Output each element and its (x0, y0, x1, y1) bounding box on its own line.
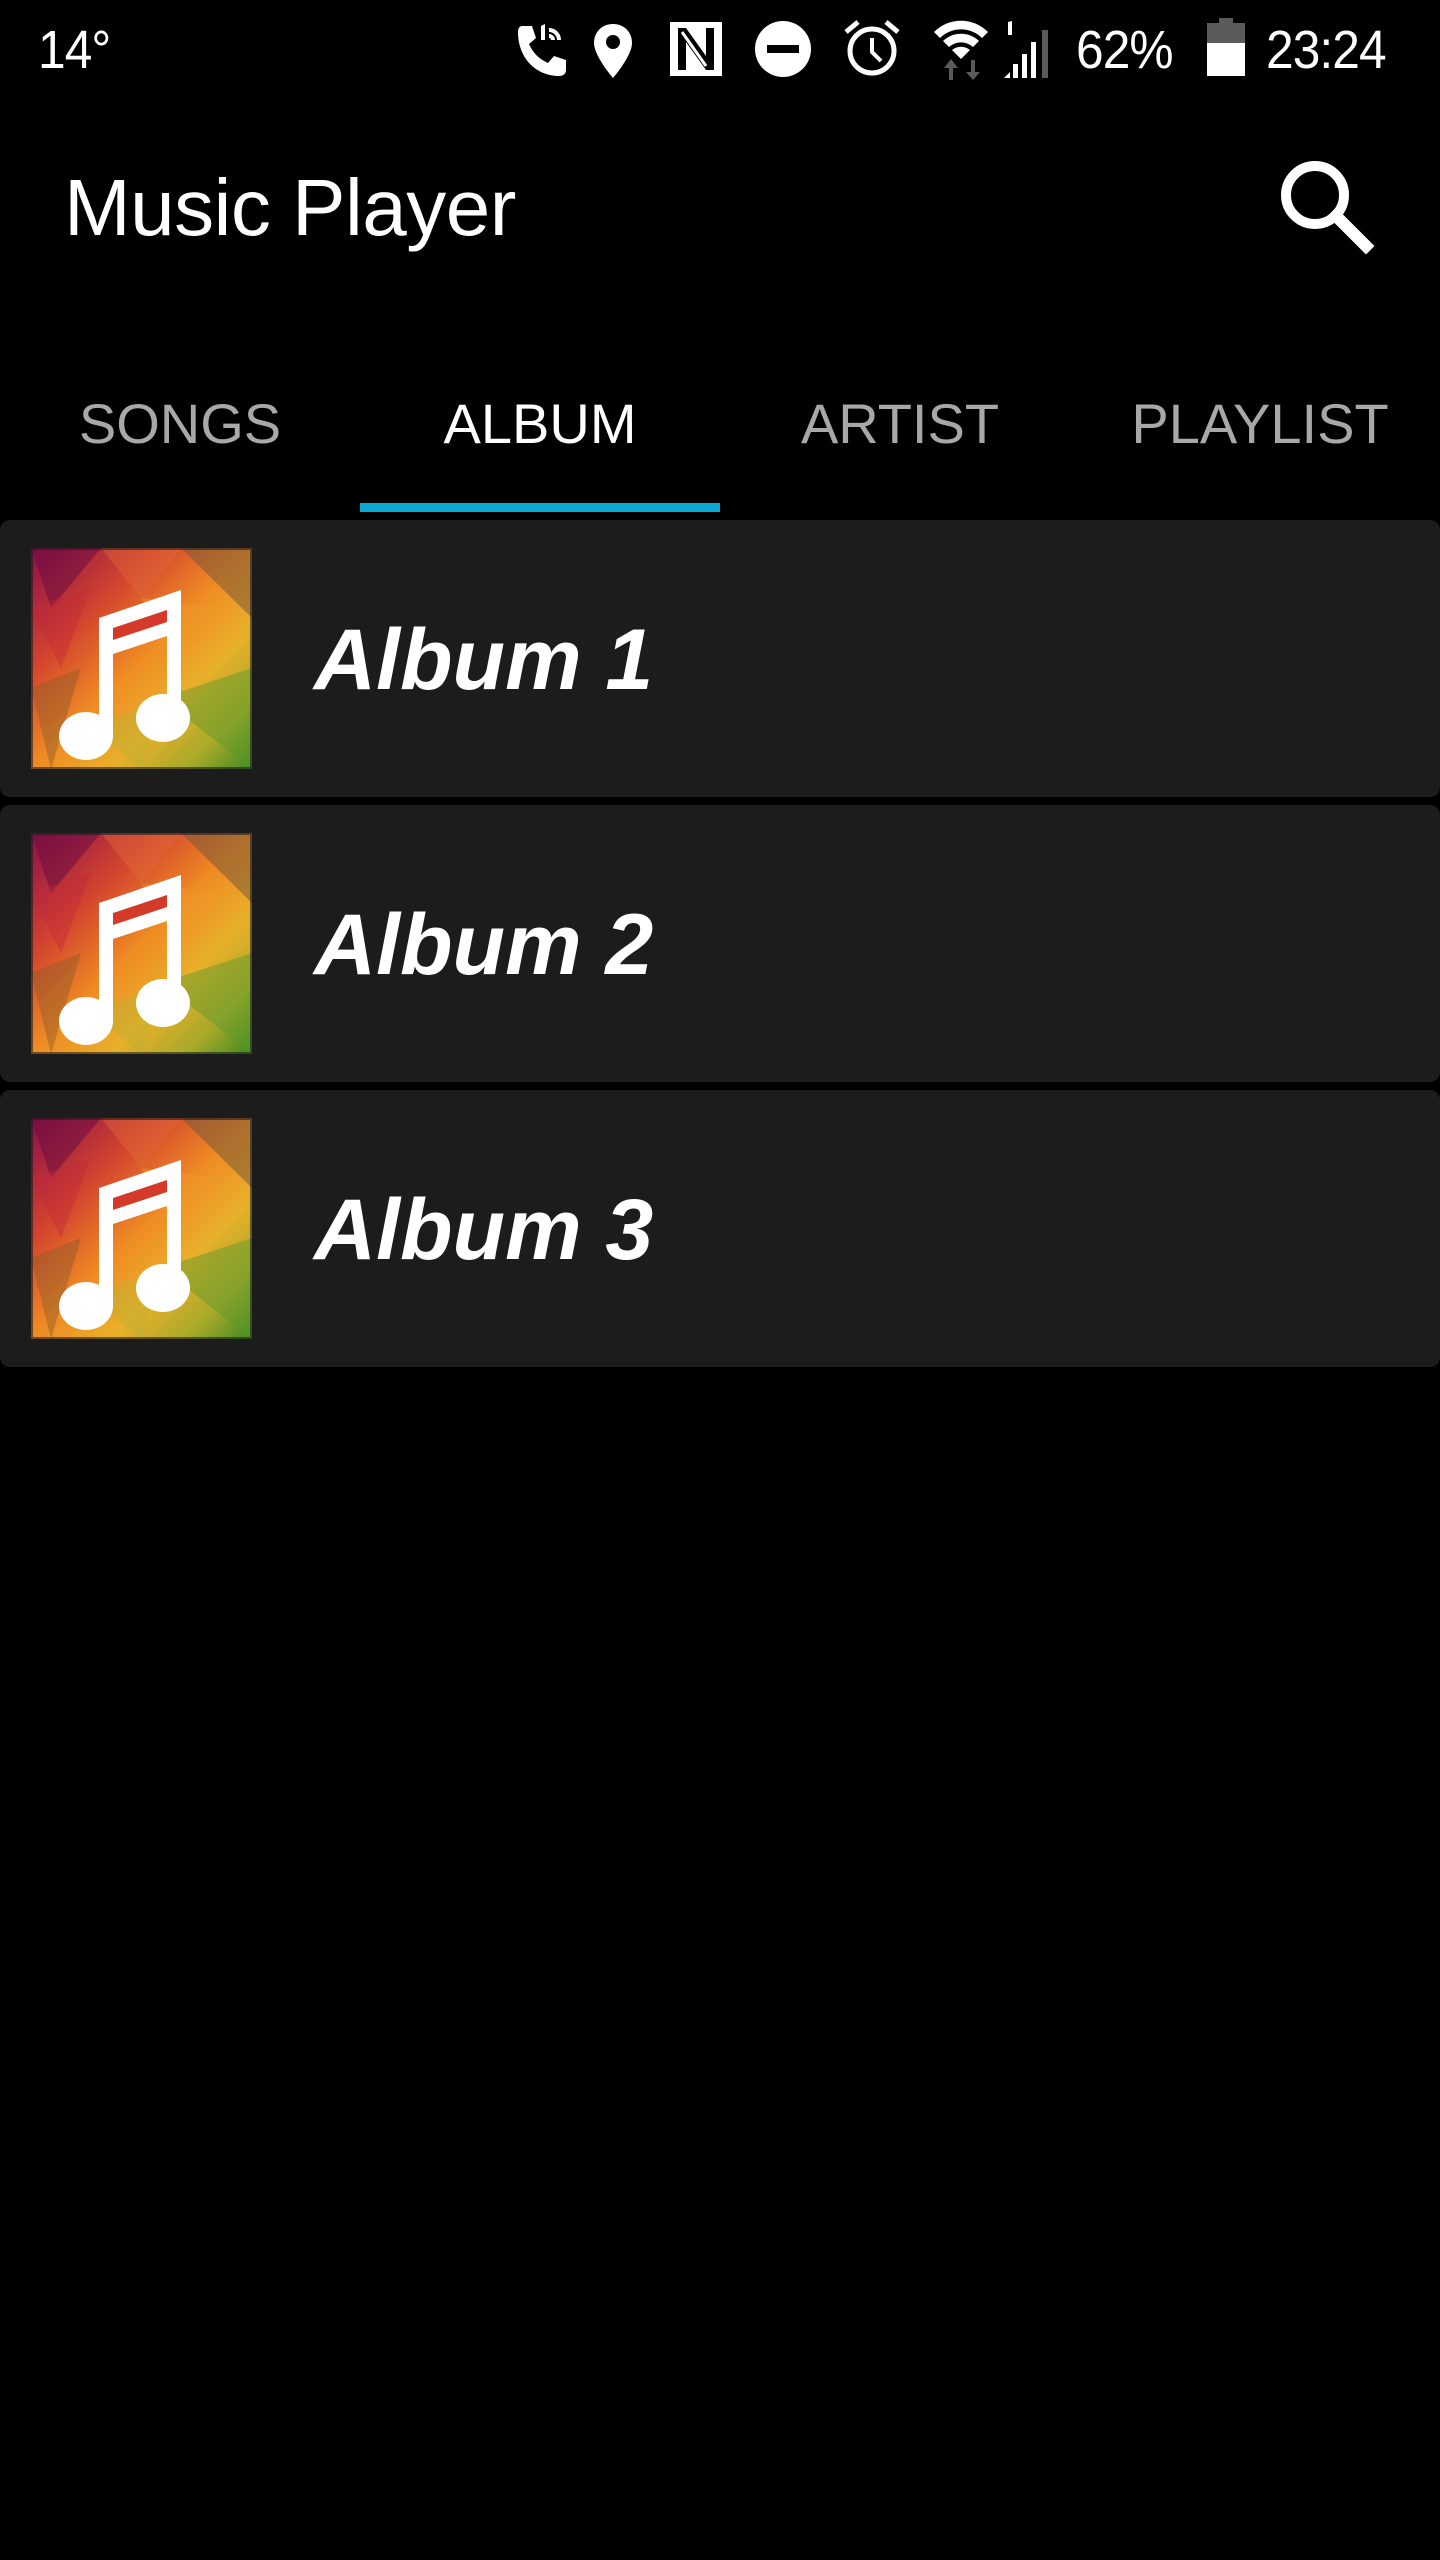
battery-icon (1207, 18, 1245, 76)
battery-percent: 62% (1076, 20, 1174, 80)
tab-label: ALBUM (443, 392, 637, 455)
location-icon (594, 24, 632, 78)
tab-indicator (360, 503, 720, 512)
clock-time: 23:24 (1266, 20, 1387, 80)
alarm-icon (844, 20, 900, 76)
battery-fill (1207, 43, 1245, 76)
app-title: Music Player (64, 163, 516, 252)
album-list-item[interactable]: Album 1 (0, 520, 1440, 797)
album-art-image (31, 1118, 252, 1339)
album-name: Album 2 (314, 897, 654, 993)
tab-artist[interactable]: ARTIST (720, 340, 1080, 512)
status-bar: 14° 62% 23:24 (0, 0, 1440, 100)
wifi-icon (934, 20, 988, 80)
album-name: Album 3 (314, 1182, 654, 1278)
tab-label: PLAYLIST (1131, 392, 1389, 455)
search-icon (1281, 161, 1375, 255)
wifi-calling-icon (518, 24, 566, 76)
tab-songs[interactable]: SONGS (0, 340, 360, 512)
album-name: Album 1 (314, 612, 654, 708)
album-list: Album 1 Album 2 Album 3 (0, 520, 1440, 1375)
nfc-icon (670, 22, 722, 76)
album-art-image (31, 833, 252, 1054)
album-art-image (31, 548, 252, 769)
album-art (31, 833, 252, 1054)
search-button[interactable] (1270, 150, 1382, 262)
album-list-item[interactable]: Album 2 (0, 805, 1440, 1082)
weather-temperature: 14° (38, 20, 111, 80)
album-art (31, 548, 252, 769)
tab-label: ARTIST (800, 392, 1000, 455)
album-art (31, 1118, 252, 1339)
tab-bar: SONGS ALBUM ARTIST PLAYLIST (0, 340, 1440, 512)
tab-playlist[interactable]: PLAYLIST (1080, 340, 1440, 512)
tab-album[interactable]: ALBUM (360, 340, 720, 512)
do-not-disturb-icon (755, 21, 811, 77)
cell-signal-icon (1004, 21, 1048, 78)
tab-label: SONGS (78, 392, 282, 455)
album-list-item[interactable]: Album 3 (0, 1090, 1440, 1367)
